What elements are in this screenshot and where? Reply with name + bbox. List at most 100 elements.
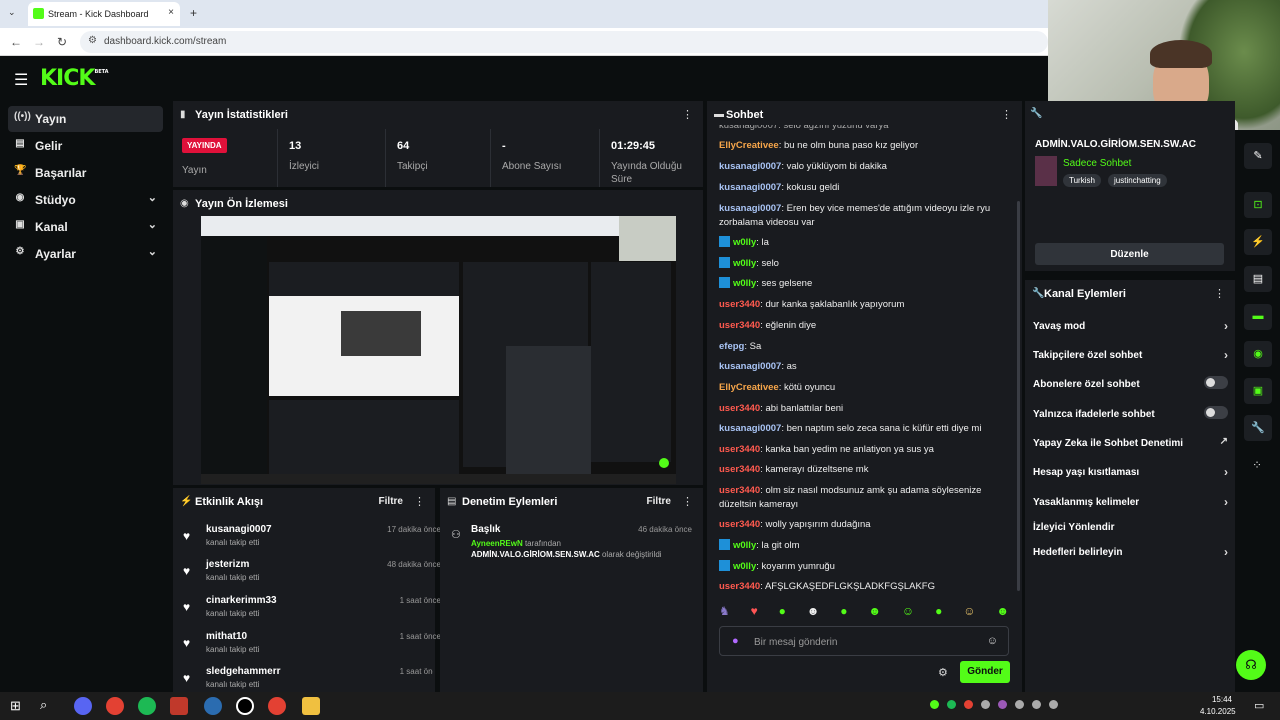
chat-username[interactable]: w0lly (733, 540, 756, 551)
new-tab-button[interactable]: + (190, 6, 197, 20)
chat-username[interactable]: user3440 (719, 320, 760, 331)
sidebar-item-kanal[interactable]: ▣ Kanal ⌄ (8, 214, 163, 240)
tray-icon[interactable] (947, 700, 956, 709)
tray-icon[interactable] (981, 700, 990, 709)
chat-username[interactable]: user3440 (719, 403, 760, 414)
chat-username[interactable]: user3440 (719, 444, 760, 455)
tray-icon[interactable] (998, 700, 1007, 709)
search-icon[interactable]: ⌕ (40, 697, 47, 713)
tag-chip[interactable]: Turkish (1063, 174, 1101, 187)
speaker-icon[interactable] (1049, 700, 1058, 709)
chat-username[interactable]: w0lly (733, 278, 756, 289)
more-options-icon[interactable]: ⋮ (1001, 108, 1012, 121)
notification-icon[interactable]: ▭ (1254, 699, 1264, 712)
sidebar-item-yayin[interactable]: ((•)) Yayın (8, 106, 163, 132)
emote-icon[interactable]: ● (840, 604, 847, 622)
chat-username[interactable]: w0lly (733, 237, 756, 248)
clock-date[interactable]: 4.10.2025 (1200, 707, 1236, 716)
chat-username[interactable]: w0lly (733, 258, 756, 269)
file-explorer-icon[interactable] (302, 697, 320, 715)
chrome-icon[interactable] (268, 697, 286, 715)
emoji-icon[interactable]: ☺ (987, 635, 998, 647)
menu-icon[interactable]: ☰ (14, 70, 28, 90)
chat-username[interactable]: kusanagi0007 (719, 182, 781, 193)
sidebar-item-basarilar[interactable]: 🏆 Başarılar (8, 160, 163, 186)
chat-username[interactable]: EllyCreativee (719, 382, 779, 393)
emote-icon[interactable]: ☻ (996, 604, 1009, 622)
sidebar-item-ayarlar[interactable]: ⚙ Ayarlar ⌄ (8, 241, 163, 267)
spotify-icon[interactable] (138, 697, 156, 715)
forward-icon[interactable]: → (33, 35, 45, 49)
stream-preview-video[interactable] (201, 216, 676, 484)
tag-chip[interactable]: justinchatting (1108, 174, 1167, 187)
channel-action-row[interactable]: Yasaklanmış kelimeler › (1033, 495, 1228, 509)
more-options-icon[interactable]: ⋮ (414, 495, 425, 508)
app-icon[interactable] (204, 697, 222, 715)
chat-username[interactable]: user3440 (719, 299, 760, 310)
more-options-icon[interactable]: ⋮ (682, 108, 693, 121)
support-icon[interactable]: ☊ (1236, 650, 1266, 680)
emote-icon[interactable]: ☻ (807, 604, 820, 622)
chat-username[interactable]: user3440 (719, 464, 760, 475)
channel-action-row[interactable]: Takipçilere özel sohbet › (1033, 348, 1228, 362)
emote-icon[interactable]: ☻ (868, 604, 881, 622)
tray-icon[interactable] (1015, 700, 1024, 709)
channel-action-row[interactable]: Yapay Zeka ile Sohbet Denetimi ↗ (1033, 436, 1228, 449)
tray-icon[interactable] (964, 700, 973, 709)
chat-username[interactable]: user3440 (719, 581, 760, 592)
chat-username[interactable]: kusanagi0007 (719, 423, 781, 434)
target-icon[interactable]: ⊡ (1244, 192, 1272, 218)
channel-action-row[interactable]: Hedefleri belirleyin › (1033, 545, 1228, 559)
filter-button[interactable]: Filtre (647, 496, 671, 507)
reload-icon[interactable]: ↻ (57, 35, 67, 49)
url-input[interactable]: ⚙ dashboard.kick.com/stream (80, 31, 1048, 53)
sidebar-item-studyo[interactable]: ◉ Stüdyo ⌄ (8, 187, 163, 213)
toggle-switch[interactable] (1204, 376, 1228, 389)
emote-icon[interactable]: ● (935, 604, 942, 622)
windows-start-icon[interactable]: ⊞ (10, 698, 21, 714)
pencil-icon[interactable]: ✎ (1244, 143, 1272, 169)
toggle-switch[interactable] (1204, 406, 1228, 419)
wrench-icon[interactable]: 🔧 (1244, 415, 1272, 441)
lightning-icon[interactable]: ⚡ (1244, 229, 1272, 255)
wifi-icon[interactable] (1032, 700, 1041, 709)
document-icon[interactable]: ▤ (1244, 266, 1272, 292)
emote-icon[interactable]: ♥ (751, 604, 758, 622)
chat-username[interactable]: EllyCreativee (719, 140, 779, 151)
more-options-icon[interactable]: ⋮ (1214, 287, 1225, 300)
channel-action-row[interactable]: Yalnızca ifadelerle sohbet (1033, 406, 1228, 420)
chat-username[interactable]: kusanagi0007 (719, 361, 781, 372)
site-info-icon[interactable]: ⚙ (88, 35, 97, 46)
send-button[interactable]: Gönder (960, 661, 1010, 683)
chat-username[interactable]: user3440 (719, 485, 760, 496)
mod-item-user[interactable]: AyneenREwN (471, 539, 523, 548)
chat-message-input[interactable]: ● Bir mesaj gönderin ☺ (719, 626, 1009, 656)
tray-icon[interactable] (930, 700, 939, 709)
channel-action-row[interactable]: Yavaş mod › (1033, 319, 1228, 333)
emote-icon[interactable]: ♞ (719, 604, 730, 622)
app-icon[interactable] (170, 697, 188, 715)
chat-username[interactable]: efepg (719, 341, 744, 352)
discord-icon[interactable] (74, 697, 92, 715)
users-icon[interactable]: ▣ (1244, 378, 1272, 404)
customize-icon[interactable]: ⁘ (1252, 458, 1262, 472)
chrome-icon[interactable] (106, 697, 124, 715)
chat-username[interactable]: user3440 (719, 519, 760, 530)
browser-tab[interactable]: Stream - Kick Dashboard × (28, 2, 180, 26)
emote-icon[interactable]: ☺ (902, 604, 914, 622)
filter-button[interactable]: Filtre (379, 496, 403, 507)
more-options-icon[interactable]: ⋮ (682, 495, 693, 508)
chat-username[interactable]: kusanagi0007 (719, 161, 781, 172)
channel-action-row[interactable]: İzleyici Yönlendir (1033, 522, 1228, 533)
back-icon[interactable]: ← (10, 35, 22, 49)
emote-icon[interactable]: ☺ (963, 604, 975, 622)
tab-search-icon[interactable]: ⌄ (8, 7, 16, 18)
kick-logo[interactable]: KICKBETA (40, 66, 109, 91)
chat-settings-icon[interactable]: ⚙ (938, 666, 948, 679)
clock-time[interactable]: 15:44 (1208, 695, 1232, 704)
channel-action-row[interactable]: Hesap yaşı kısıtlaması › (1033, 465, 1228, 479)
chat-username[interactable]: kusanagi0007 (719, 203, 781, 214)
broadcast-icon[interactable]: ◉ (1244, 341, 1272, 367)
obs-icon[interactable] (236, 697, 254, 715)
tab-close-icon[interactable]: × (168, 7, 174, 18)
